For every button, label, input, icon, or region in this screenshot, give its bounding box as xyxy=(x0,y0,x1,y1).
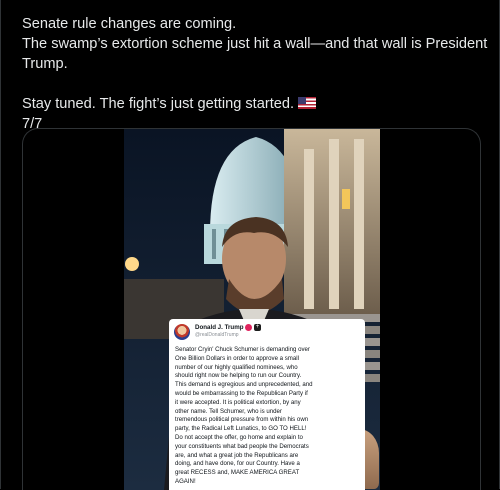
avatar xyxy=(174,324,190,340)
post-line: Do not accept the offer, go home and exp… xyxy=(175,433,303,441)
us-flag-icon xyxy=(298,97,317,109)
post-line: AGAIN! xyxy=(175,477,196,485)
post-line: other name. Tell Schumer, who is under xyxy=(175,407,282,415)
post-author-handle: @realDonaldTrump xyxy=(195,332,239,338)
post-line: tremendous political pressure from withi… xyxy=(175,416,309,424)
plus-icon: + xyxy=(254,324,261,331)
post-line: party, the Radical Left Lunatics, to GO … xyxy=(175,425,307,433)
post-line: would be embarrassing to the Republican … xyxy=(175,389,308,397)
tweet-line: Stay tuned. The fight’s just getting sta… xyxy=(22,94,482,114)
post-line: number of our highly qualified nominees,… xyxy=(175,363,298,371)
post-body: Senator Cryin' Chuck Schumer is demandin… xyxy=(175,346,363,487)
tweet-line: The swamp’s extortion scheme just hit a … xyxy=(22,36,488,52)
post-line: This demand is egregious and unprecedent… xyxy=(175,381,313,389)
verified-badge-icon xyxy=(245,324,252,331)
post-line: it were accepted. It is political extort… xyxy=(175,398,301,406)
post-header: Donald J. Trump + @realDonaldTrump xyxy=(174,324,360,348)
embedded-post-card: Donald J. Trump + @realDonaldTrump Senat… xyxy=(169,319,365,490)
post-line: doing, and have done, for our Country. H… xyxy=(175,460,300,468)
post-line: Senator Cryin' Chuck Schumer is demandin… xyxy=(175,346,310,353)
post-line: One Billion Dollars in order to approve … xyxy=(175,354,299,362)
post-line: should right now be helping to run our C… xyxy=(175,372,302,380)
post-author-name: Donald J. Trump xyxy=(195,324,244,331)
post-line: your constituents what bad people the De… xyxy=(175,442,309,450)
post-line: are, and what a great job the Republican… xyxy=(175,451,299,459)
tweet-line: Senate rule changes are coming. xyxy=(22,16,237,32)
video-player[interactable]: Donald J. Trump + @realDonaldTrump Senat… xyxy=(124,129,380,490)
column-border-left xyxy=(0,0,1,489)
tweet-text: Senate rule changes are coming. The swam… xyxy=(22,14,488,134)
tweet-line: Trump. xyxy=(22,56,68,72)
media-frame[interactable]: Donald J. Trump + @realDonaldTrump Senat… xyxy=(22,128,481,490)
post-line: great RECESS and, MAKE AMERICA GREAT xyxy=(175,469,300,477)
tweet-line-text: Stay tuned. The fight’s just getting sta… xyxy=(22,96,295,112)
